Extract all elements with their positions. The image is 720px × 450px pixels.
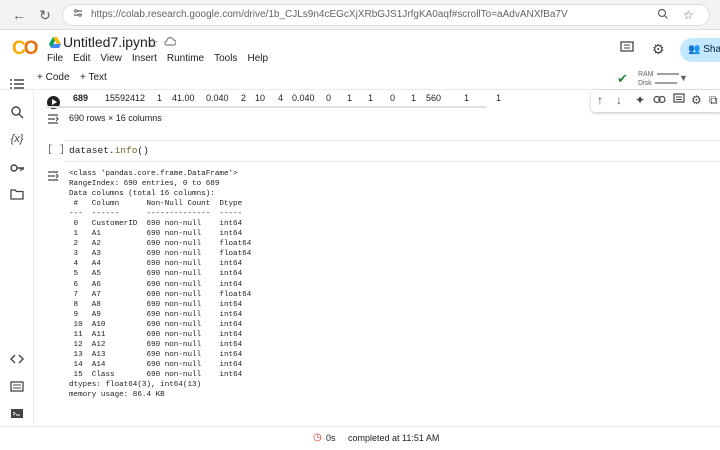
table-cell: 2 — [241, 93, 247, 103]
output-actions-icon[interactable] — [47, 114, 59, 127]
colab-header: CO Untitled7.ipynb ☆ File Edit View Inse… — [0, 30, 720, 68]
table-cell: 0.040 — [206, 93, 229, 103]
connected-check-icon: ✔ — [617, 71, 628, 86]
row-count-text: 690 rows × 16 columns — [69, 113, 162, 123]
row-index: 689 — [73, 93, 89, 103]
table-cell: 1 — [157, 93, 163, 103]
table-cell: 4 — [278, 93, 284, 103]
menu-file[interactable]: File — [47, 53, 63, 64]
notebook-content: 689 15592412 1 41.00 0.040 2 10 4 0.040 … — [34, 90, 720, 426]
add-code-button[interactable]: + Code — [37, 72, 70, 83]
reload-icon[interactable]: ↻ — [36, 6, 54, 24]
table-cell: 0 — [326, 93, 332, 103]
notebook-toolbar: + Code + Text ✔ RAM Disk ▼ — [0, 68, 720, 90]
menu-view[interactable]: View — [100, 53, 122, 64]
table-cell: 1 — [464, 93, 470, 103]
ram-meter — [656, 73, 679, 76]
resource-monitor[interactable]: RAM Disk — [638, 70, 679, 88]
drive-icon — [49, 37, 61, 48]
menu-bar: File Edit View Insert Runtime Tools Help — [47, 53, 278, 64]
menu-runtime[interactable]: Runtime — [167, 53, 204, 64]
zoom-icon[interactable] — [657, 8, 669, 23]
cell-output: <class 'pandas.core.frame.DataFrame'> Ra… — [69, 170, 252, 400]
folder-icon[interactable] — [8, 188, 26, 203]
gear-icon[interactable]: ⚙ — [691, 93, 702, 107]
table-cell: 41.00 — [172, 93, 195, 103]
table-cell: 1 — [368, 93, 374, 103]
share-button[interactable]: 👥 Sha — [680, 38, 720, 62]
more-icon[interactable]: ⧉ — [709, 93, 718, 108]
notebook-title[interactable]: Untitled7.ipynb — [63, 34, 156, 50]
exec-duration: 0s — [326, 433, 336, 443]
table-cell: 1 — [411, 93, 417, 103]
table-cell: 0 — [390, 93, 396, 103]
table-cell: 15592412 — [105, 93, 146, 103]
share-icon: 👥 — [688, 44, 701, 55]
site-info-icon[interactable] — [73, 8, 83, 21]
gear-icon[interactable]: ⚙ — [652, 41, 665, 58]
back-arrow-icon[interactable]: ← — [10, 6, 28, 24]
variables-icon[interactable]: {x} — [8, 133, 26, 145]
star-icon[interactable]: ☆ — [147, 35, 159, 51]
cloud-icon[interactable] — [164, 35, 177, 49]
horizontal-scrollbar[interactable] — [46, 106, 486, 108]
move-up-icon[interactable]: ↑ — [597, 93, 603, 107]
comment-icon[interactable] — [620, 41, 634, 57]
disk-label: Disk — [638, 80, 652, 87]
menu-edit[interactable]: Edit — [73, 53, 90, 64]
status-bar: ◷ 0s completed at 11:51 AM — [0, 426, 720, 450]
link-icon[interactable] — [653, 93, 666, 107]
menu-insert[interactable]: Insert — [132, 53, 157, 64]
table-cell: 1 — [347, 93, 353, 103]
menu-tools[interactable]: Tools — [214, 53, 237, 64]
code-function: info — [114, 145, 138, 156]
add-text-button[interactable]: + Text — [80, 72, 107, 83]
disk-meter — [654, 82, 677, 85]
exec-status-text: completed at 11:51 AM — [348, 433, 440, 443]
search-icon[interactable] — [8, 106, 26, 122]
left-sidebar: {x} — [0, 79, 34, 450]
code-object: dataset. — [69, 145, 115, 156]
browser-toolbar: ← ↻ https://colab.research.google.com/dr… — [0, 0, 720, 30]
output-actions-icon[interactable] — [47, 171, 59, 184]
cell-toolbar: ↑ ↓ ✦ ⚙ ⧉ — [591, 90, 720, 112]
menu-help[interactable]: Help — [247, 53, 268, 64]
sparkle-icon[interactable]: ✦ — [635, 93, 645, 107]
comment-icon[interactable] — [673, 93, 685, 107]
share-label: Sha — [703, 44, 720, 55]
address-bar[interactable]: https://colab.research.google.com/drive/… — [62, 4, 710, 26]
table-of-contents-icon[interactable] — [8, 78, 26, 93]
code-snippets-icon[interactable] — [8, 352, 26, 367]
table-row: 689 15592412 1 41.00 0.040 2 10 4 0.040 … — [48, 93, 508, 107]
colab-logo: CO — [12, 38, 38, 59]
url-text: https://colab.research.google.com/drive/… — [91, 9, 568, 20]
move-down-icon[interactable]: ↓ — [616, 93, 622, 107]
code-cell[interactable] — [64, 140, 720, 162]
terminal-icon[interactable] — [8, 407, 26, 422]
code-editor[interactable]: dataset.info() — [69, 145, 149, 156]
cell-run-bracket[interactable]: [ ] — [47, 145, 65, 156]
table-cell: 560 — [426, 93, 442, 103]
code-paren: () — [137, 145, 149, 156]
key-icon[interactable] — [8, 161, 26, 176]
chevron-down-icon[interactable]: ▼ — [679, 73, 688, 83]
command-palette-icon[interactable] — [8, 380, 26, 395]
table-cell: 0.040 — [292, 93, 315, 103]
table-cell: 1 — [496, 93, 502, 103]
clock-icon: ◷ — [313, 432, 322, 443]
ram-label: RAM — [638, 71, 654, 78]
bookmark-star-icon[interactable]: ☆ — [683, 8, 694, 22]
table-cell: 10 — [255, 93, 266, 103]
